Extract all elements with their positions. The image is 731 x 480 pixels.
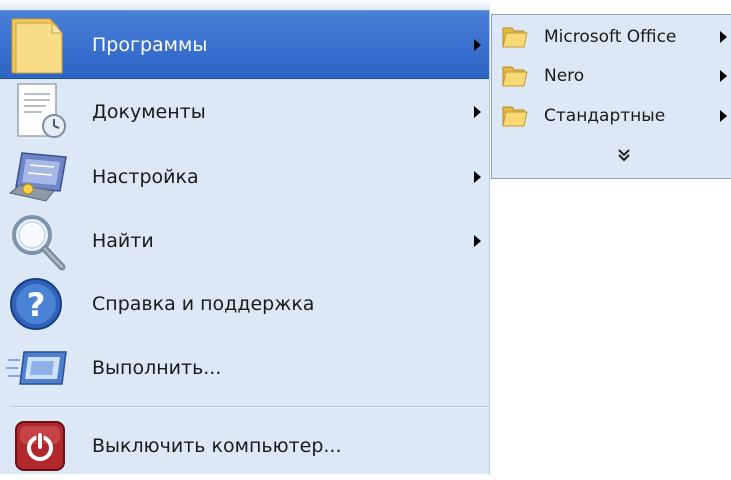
menu-item-help[interactable]: ? Справка и поддержка — [0, 272, 489, 336]
menu-item-documents[interactable]: Документы — [0, 80, 489, 144]
submenu-item-accessories[interactable]: Стандартные — [492, 96, 731, 136]
menu-item-run[interactable]: Выполнить... — [0, 336, 489, 400]
control-panel-icon — [6, 147, 70, 207]
folder-icon — [6, 15, 70, 75]
submenu-item-label: Microsoft Office — [544, 27, 677, 47]
submenu-arrow-icon — [720, 110, 727, 122]
submenu-arrow-icon — [474, 106, 481, 118]
submenu-item-label: Стандартные — [544, 106, 666, 126]
menu-item-programs[interactable]: Программы — [0, 10, 489, 79]
submenu-item-label: Nero — [544, 66, 585, 86]
start-menu-panel: Программы Документы Настройка Найти ? Сп… — [0, 0, 490, 474]
menu-item-label: Справка и поддержка — [92, 293, 315, 315]
svg-text:?: ? — [27, 286, 46, 324]
submenu-arrow-icon — [474, 171, 481, 183]
help-icon: ? — [6, 274, 70, 334]
programs-submenu: Microsoft Office Nero Стандартные — [491, 14, 731, 179]
menu-item-label: Выключить компьютер... — [92, 435, 342, 457]
menu-item-label: Выполнить... — [92, 357, 222, 379]
menu-item-settings[interactable]: Настройка — [0, 145, 489, 209]
submenu-arrow-icon — [720, 31, 727, 43]
power-icon — [6, 416, 70, 476]
submenu-item-nero[interactable]: Nero — [492, 56, 731, 96]
folder-icon — [502, 64, 528, 88]
menu-item-label: Найти — [92, 230, 154, 252]
submenu-arrow-icon — [474, 38, 481, 51]
submenu-item-microsoft-office[interactable]: Microsoft Office — [492, 17, 731, 57]
folder-icon — [502, 25, 528, 49]
menu-item-label: Документы — [92, 101, 206, 123]
menu-separator — [10, 406, 488, 408]
submenu-arrow-icon — [720, 70, 727, 82]
menu-item-shutdown[interactable]: Выключить компьютер... — [0, 418, 489, 474]
search-icon — [6, 211, 70, 271]
start-menu-top-strip — [0, 0, 490, 10]
menu-item-label: Программы — [92, 33, 208, 56]
submenu-arrow-icon — [474, 235, 481, 247]
folder-icon — [502, 104, 528, 128]
run-icon — [6, 338, 70, 398]
menu-item-label: Настройка — [92, 166, 199, 188]
double-chevron-down-icon[interactable] — [616, 147, 632, 163]
menu-item-search[interactable]: Найти — [0, 209, 489, 273]
documents-icon — [6, 82, 70, 142]
